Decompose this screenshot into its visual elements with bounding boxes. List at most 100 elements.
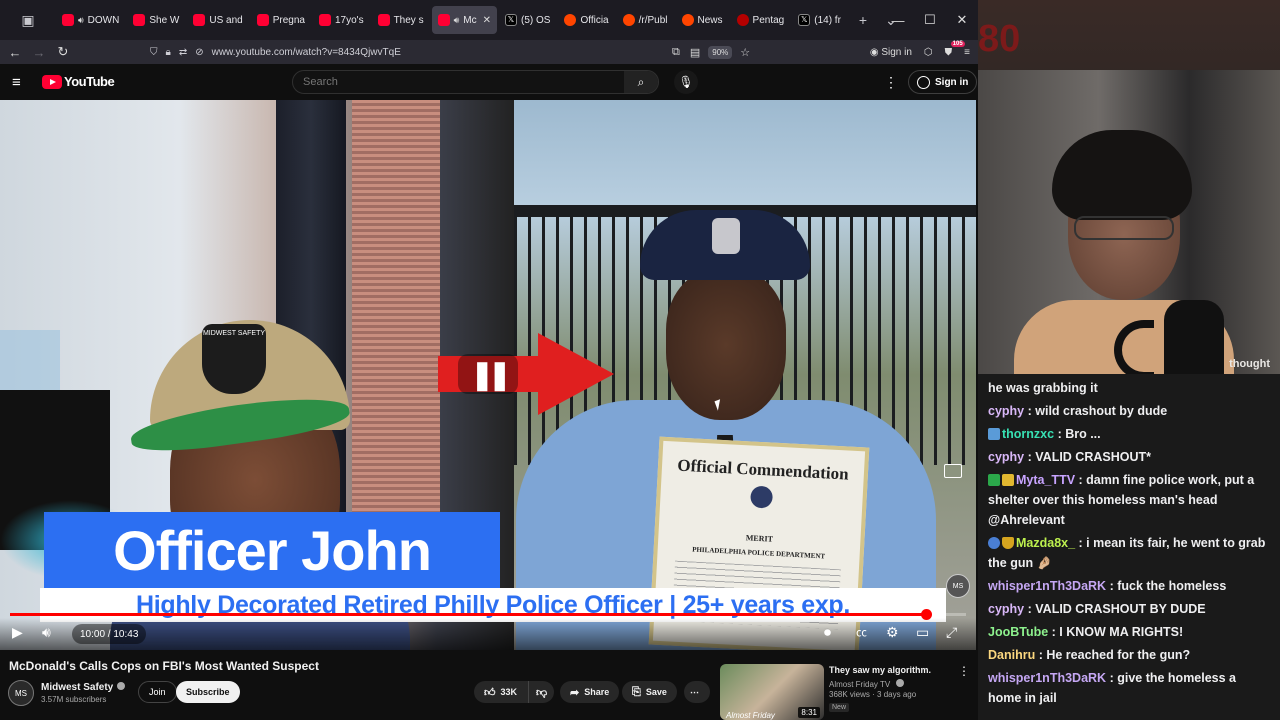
chat-badge-icon — [988, 537, 1000, 549]
webcam-corner-text: 80 — [978, 18, 1021, 60]
save-button[interactable]: ⎘ Save — [622, 681, 677, 703]
fullscreen-icon[interactable]: ⤢ — [946, 624, 957, 641]
streamer-hair — [1052, 130, 1192, 220]
tab-audio-icon[interactable]: 🔊︎ — [78, 15, 84, 26]
tab-bar: ▣ 🔊︎ DOWN She W US and Pregna 17yo's They s 🔊︎ M… — [0, 0, 978, 40]
browser-tab[interactable]: Pregna — [251, 6, 311, 34]
miniplayer-icon[interactable]: ▭ — [916, 624, 929, 641]
chat-username[interactable]: thornzxc — [1002, 427, 1054, 441]
browser-tab[interactable]: 𝕏 (5) OS — [499, 6, 556, 34]
browser-tab[interactable]: US and — [187, 6, 248, 34]
search-input[interactable] — [293, 76, 613, 88]
reader-view-icon[interactable]: ▤ — [690, 46, 700, 59]
tab-overview-icon[interactable]: ▣ — [14, 6, 42, 34]
youtube-signin-button[interactable]: Sign in — [908, 70, 978, 94]
recommended-video-thumbnail[interactable]: Almost Friday 8:31 — [720, 664, 824, 720]
bookmark-star-icon[interactable]: ☆ — [740, 46, 750, 59]
shield-icon[interactable]: ⛉ — [150, 47, 158, 58]
hamburger-menu-icon[interactable]: ≡ — [12, 74, 21, 91]
tab-audio-icon[interactable]: 🔊︎ — [454, 15, 460, 26]
chat-username[interactable]: cyphy — [988, 450, 1024, 464]
browser-tab[interactable]: News — [676, 6, 729, 34]
new-tab-button[interactable]: + — [849, 6, 877, 34]
join-button[interactable]: Join — [138, 681, 177, 703]
video-player[interactable]: MIDWEST SAFETY Official Commendation MER… — [0, 100, 976, 650]
channel-avatar[interactable]: MS — [8, 680, 34, 706]
url-text[interactable]: www.youtube.com/watch?v=8434QjwvTqE — [212, 47, 401, 58]
autoplay-toggle[interactable]: ⏺ — [824, 624, 831, 641]
permissions-icon[interactable]: ⇄ — [179, 47, 187, 58]
window-controls: — ☐ ✕ — [882, 0, 978, 40]
subscribe-button[interactable]: Subscribe — [176, 681, 240, 703]
browser-tab[interactable]: Officia — [558, 6, 614, 34]
close-window-button[interactable]: ✕ — [946, 12, 978, 28]
chat-username[interactable]: cyphy — [988, 602, 1024, 616]
name-caption: Officer John — [44, 512, 500, 588]
volume-icon[interactable]: 🔊︎ — [42, 624, 51, 641]
chat-username[interactable]: Myta_TTV — [1016, 473, 1075, 487]
minimize-button[interactable]: — — [882, 13, 914, 28]
youtube-logo[interactable]: YouTube — [42, 74, 115, 89]
dislike-button[interactable]: 👎︎ — [528, 681, 554, 703]
browser-tab[interactable]: 🔊︎ DOWN — [56, 6, 125, 34]
cards-icon[interactable] — [944, 464, 962, 478]
no-tracking-icon[interactable]: ⊘ — [195, 47, 203, 58]
chat-username[interactable]: Danihru — [988, 648, 1035, 662]
browser-tab[interactable]: She W — [127, 6, 185, 34]
reload-button[interactable]: ↻ — [51, 44, 75, 60]
chat-username[interactable]: whisper1nTh3DaRK — [988, 579, 1106, 593]
captions-icon[interactable]: ㏄ — [856, 624, 867, 640]
thumbs-down-icon: 👎︎ — [536, 686, 548, 699]
maximize-button[interactable]: ☐ — [914, 12, 946, 28]
channel-name[interactable]: Midwest Safety — [41, 682, 126, 693]
voice-search-mic-icon[interactable]: 🎙︎ — [674, 70, 698, 94]
new-badge: New — [829, 703, 850, 712]
recommended-video-channel[interactable]: Almost Friday TV — [829, 679, 905, 689]
browser-tab[interactable]: Pentag — [731, 6, 791, 34]
pause-overlay-icon[interactable]: ❚❚ — [458, 354, 518, 394]
forward-button[interactable]: → — [27, 45, 51, 60]
youtube-favicon-icon — [437, 14, 450, 26]
browser-tab[interactable]: They s — [372, 6, 430, 34]
settings-gear-icon[interactable]: ⚙ — [886, 624, 899, 641]
browser-tab[interactable]: 17yo's — [313, 6, 370, 34]
chat-username[interactable]: JooBTube — [988, 625, 1048, 639]
close-tab-icon[interactable]: ✕ — [483, 15, 491, 26]
time-display: 10:00 / 10:43 — [72, 624, 147, 644]
chat-username[interactable]: whisper1nTh3DaRK — [988, 671, 1106, 685]
more-actions-button[interactable]: ⋯ — [684, 681, 710, 703]
channel-watermark[interactable]: MS — [946, 574, 970, 598]
ublock-icon[interactable]: ⛊ 105 — [945, 40, 965, 58]
recommended-video-title[interactable]: They saw my algorithm. — [829, 665, 931, 675]
tab-strip: ▣ 🔊︎ DOWN She W US and Pregna 17yo's They s 🔊︎ M… — [0, 0, 849, 40]
play-button[interactable]: ▶ — [12, 624, 23, 641]
like-button[interactable]: 👍︎ 33K — [474, 681, 528, 703]
x-favicon-icon: 𝕏 — [504, 14, 517, 26]
subscriber-count: 3.57M subscribers — [41, 695, 107, 704]
browser-tab[interactable]: 🔊︎ Mc ✕ — [431, 6, 497, 34]
progress-bar[interactable] — [10, 609, 966, 620]
settings-kebab-icon[interactable]: ⋮ — [884, 74, 898, 91]
screen: ▣ 🔊︎ DOWN She W US and Pregna 17yo's They s 🔊︎ M… — [0, 0, 1280, 720]
chat-username[interactable]: Mazda8x_ — [1016, 536, 1075, 550]
chat-username[interactable]: cyphy — [988, 404, 1024, 418]
youtube-header: ≡ YouTube ⌕ 🎙︎ ⋮ Sign in — [0, 64, 978, 100]
share-icon: ➦ — [570, 686, 580, 699]
browser-tab[interactable]: 𝕏 (14) fr — [792, 6, 847, 34]
zoom-level[interactable]: 90% — [708, 45, 733, 59]
reddit-favicon-icon — [681, 14, 694, 26]
browser-tab[interactable]: /r/Publ — [617, 6, 674, 34]
recommended-video-menu-icon[interactable]: ⋮ — [958, 664, 970, 678]
extensions-icon[interactable]: ⬡ — [924, 47, 933, 58]
toolbar-right: ◉ Sign in ⬡ ⛊ 105 ≡ — [870, 40, 970, 62]
video-title: McDonald's Calls Cops on FBI's Most Want… — [9, 659, 319, 673]
share-button[interactable]: ➦ Share — [560, 681, 620, 703]
chat-badge-icon — [1002, 537, 1014, 549]
account-signin[interactable]: ◉ Sign in — [870, 47, 912, 58]
app-menu-icon[interactable]: ≡ — [964, 47, 970, 58]
search-button[interactable]: ⌕ — [624, 71, 658, 93]
back-button[interactable]: ← — [3, 45, 27, 60]
lock-icon[interactable]: 🔒︎ — [166, 47, 171, 58]
picture-in-picture-icon[interactable]: ⧉ — [672, 46, 680, 59]
nav-bar: ← → ↻ ⛉ 🔒︎ ⇄ ⊘ www.youtube.com/watch?v=8… — [0, 40, 978, 64]
